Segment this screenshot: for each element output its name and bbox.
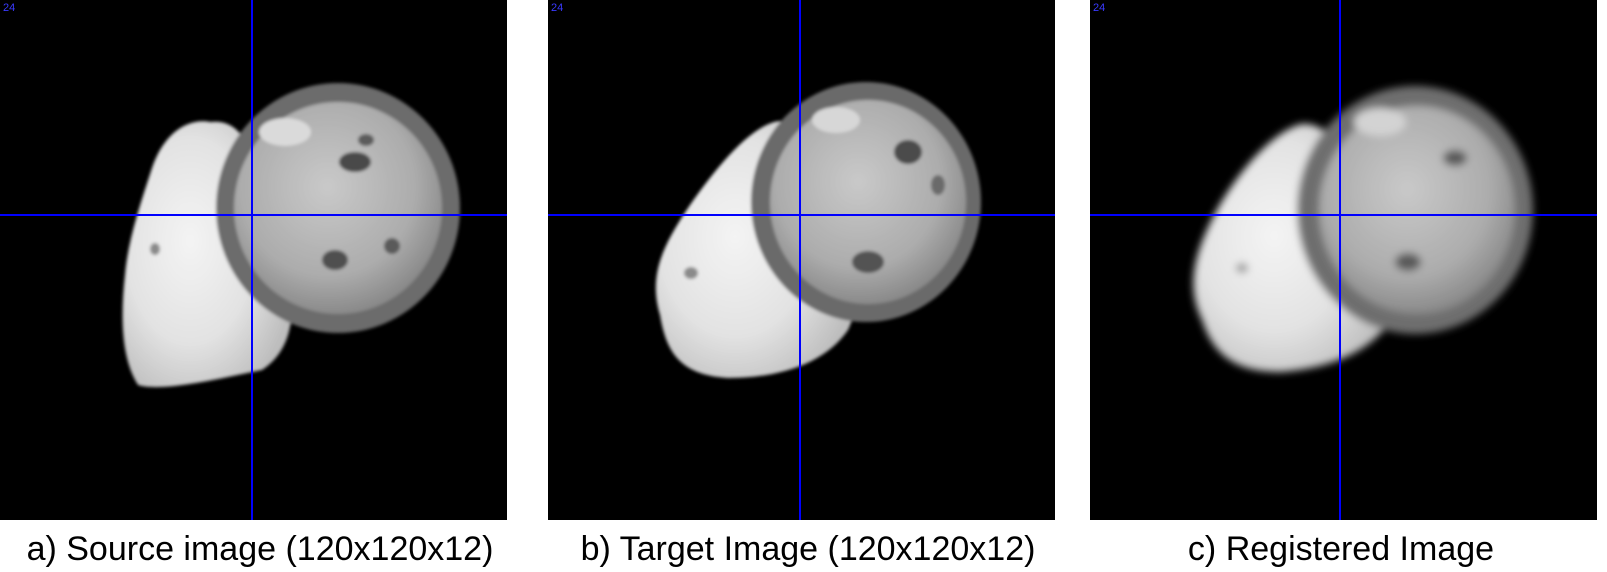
crosshair-horizontal	[1090, 214, 1597, 216]
registered-heart-image	[1193, 86, 1533, 372]
crosshair-vertical	[799, 0, 801, 520]
source-heart-image	[122, 83, 460, 388]
source-image-panel: 24	[0, 0, 507, 520]
slice-number-label: 24	[1093, 2, 1106, 14]
crosshair-horizontal	[548, 214, 1055, 216]
source-image-caption: a) Source image (120x120x12)	[26, 530, 494, 568]
target-heart-image	[655, 82, 981, 378]
registered-image-caption: c) Registered Image	[1187, 530, 1495, 568]
target-image-panel: 24	[548, 0, 1055, 520]
crosshair-horizontal	[0, 214, 507, 216]
crosshair-vertical	[1339, 0, 1341, 520]
crosshair-vertical	[251, 0, 253, 520]
target-image-caption: b) Target Image (120x120x12)	[580, 530, 1036, 568]
slice-number-label: 24	[3, 2, 16, 14]
registered-image-panel: 24	[1090, 0, 1597, 520]
slice-number-label: 24	[551, 2, 564, 14]
